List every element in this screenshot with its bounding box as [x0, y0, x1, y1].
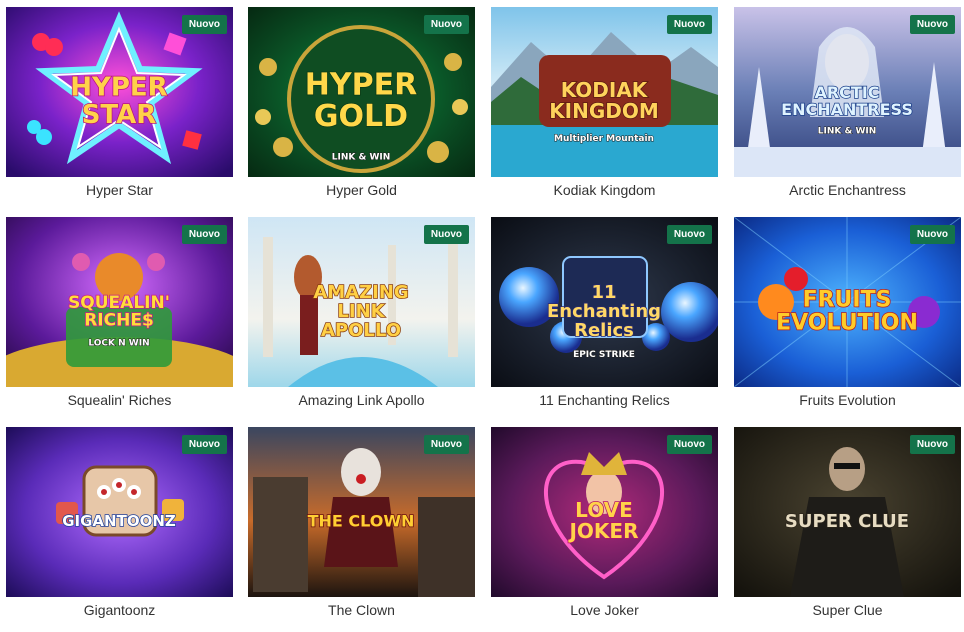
game-logo-text: HYPER	[305, 68, 417, 103]
game-thumbnail[interactable]: HYPER GOLD LINK & WIN Nuovo	[248, 7, 475, 177]
game-title[interactable]: Love Joker	[491, 601, 718, 619]
game-tile-11-enchanting-relics[interactable]: 11 Enchanting Relics EPIC STRIKE Nuovo 11 E…	[491, 217, 718, 422]
game-title[interactable]: Kodiak Kingdom	[491, 181, 718, 199]
game-logo-text: SUPER CLUE	[785, 511, 909, 532]
game-logo-text: JOKER	[567, 519, 638, 543]
new-badge: Nuovo	[666, 435, 712, 454]
game-tile-fruits-evolution[interactable]: FRUITS EVOLUTION Nuovo Fruits Evolution	[734, 217, 961, 422]
game-thumbnail[interactable]: SUPER CLUE Nuovo	[734, 427, 961, 597]
game-logo-subtitle: EPIC STRIKE	[573, 350, 635, 360]
game-logo-subtitle: LINK & WIN	[332, 153, 391, 163]
game-logo-text: ENCHANTRESS	[781, 100, 913, 119]
new-badge: Nuovo	[181, 15, 227, 34]
game-logo-text: KINGDOM	[549, 99, 659, 123]
game-thumbnail[interactable]: 11 Enchanting Relics EPIC STRIKE Nuovo	[491, 217, 718, 387]
game-title[interactable]: The Clown	[248, 601, 475, 619]
game-thumbnail[interactable]: HYPER STAR Nuovo	[6, 7, 233, 177]
game-logo-text: THE CLOWN	[308, 511, 415, 530]
game-tile-arctic-enchantress[interactable]: ARCTIC ENCHANTRESS LINK & WIN Nuovo Arctic…	[734, 7, 961, 212]
game-tile-gigantoonz[interactable]: GIGANTOONZ Nuovo Gigantoonz	[6, 427, 233, 632]
game-logo-text: GIGANTOONZ	[62, 512, 176, 530]
game-title[interactable]: Super Clue	[734, 601, 961, 619]
game-logo-text: AMAZING	[313, 282, 408, 303]
new-badge: Nuovo	[423, 15, 469, 34]
game-grid: HYPER STAR Nuovo Hyper Star HYPER GOLD L…	[0, 0, 964, 632]
new-badge: Nuovo	[423, 225, 469, 244]
game-logo-text: Relics	[574, 320, 634, 341]
game-tile-hyper-gold[interactable]: HYPER GOLD LINK & WIN Nuovo Hyper Gold	[248, 7, 475, 212]
game-thumbnail[interactable]: THE CLOWN Nuovo	[248, 427, 475, 597]
game-logo-subtitle: Multiplier Mountain	[554, 134, 654, 144]
game-logo-text: GOLD	[314, 99, 408, 134]
new-badge: Nuovo	[909, 15, 955, 34]
game-logo-text: HYPER	[70, 73, 167, 103]
game-title[interactable]: Squealin' Riches	[6, 391, 233, 409]
game-tile-hyper-star[interactable]: HYPER STAR Nuovo Hyper Star	[6, 7, 233, 212]
game-logo-subtitle: LOCK N WIN	[88, 338, 149, 348]
game-title[interactable]: Fruits Evolution	[734, 391, 961, 409]
new-badge: Nuovo	[181, 435, 227, 454]
game-title[interactable]: Amazing Link Apollo	[248, 391, 475, 409]
game-tile-love-joker[interactable]: LOVE JOKER Nuovo Love Joker	[491, 427, 718, 632]
game-logo-text: STAR	[82, 100, 157, 130]
new-badge: Nuovo	[423, 435, 469, 454]
new-badge: Nuovo	[666, 225, 712, 244]
game-thumbnail[interactable]: LOVE JOKER Nuovo	[491, 427, 718, 597]
game-thumbnail[interactable]: SQUEALIN' RICHE$ LOCK N WIN Nuovo	[6, 217, 233, 387]
game-thumbnail[interactable]: FRUITS EVOLUTION Nuovo	[734, 217, 961, 387]
game-logo-text: Enchanting	[547, 301, 661, 322]
game-tile-amazing-link-apollo[interactable]: AMAZING LINK APOLLO Nuovo Amazing Link Apo…	[248, 217, 475, 422]
new-badge: Nuovo	[181, 225, 227, 244]
new-badge: Nuovo	[909, 225, 955, 244]
game-logo-text: 11	[591, 282, 616, 303]
game-logo-text: LINK	[337, 301, 385, 322]
game-thumbnail[interactable]: KODIAK KINGDOM Multiplier Mountain Nuovo	[491, 7, 718, 177]
game-tile-the-clown[interactable]: THE CLOWN Nuovo The Clown	[248, 427, 475, 632]
game-title[interactable]: Gigantoonz	[6, 601, 233, 619]
game-tile-super-clue[interactable]: SUPER CLUE Nuovo Super Clue	[734, 427, 961, 632]
game-logo-text: RICHE$	[84, 311, 154, 331]
new-badge: Nuovo	[909, 435, 955, 454]
game-logo-text: FRUITS	[803, 288, 892, 313]
game-logo-subtitle: LINK & WIN	[818, 127, 877, 137]
game-title[interactable]: Arctic Enchantress	[734, 181, 961, 199]
game-logo-text: APOLLO	[321, 320, 401, 341]
game-title[interactable]: Hyper Star	[6, 181, 233, 199]
game-thumbnail[interactable]: GIGANTOONZ Nuovo	[6, 427, 233, 597]
new-badge: Nuovo	[666, 15, 712, 34]
game-logo-text: EVOLUTION	[776, 311, 918, 336]
game-tile-kodiak-kingdom[interactable]: KODIAK KINGDOM Multiplier Mountain Nuovo K…	[491, 7, 718, 212]
game-thumbnail[interactable]: ARCTIC ENCHANTRESS LINK & WIN Nuovo	[734, 7, 961, 177]
game-title[interactable]: Hyper Gold	[248, 181, 475, 199]
game-thumbnail[interactable]: AMAZING LINK APOLLO Nuovo	[248, 217, 475, 387]
game-tile-squealin-riches[interactable]: SQUEALIN' RICHE$ LOCK N WIN Nuovo Squealin…	[6, 217, 233, 422]
game-title[interactable]: 11 Enchanting Relics	[491, 391, 718, 409]
